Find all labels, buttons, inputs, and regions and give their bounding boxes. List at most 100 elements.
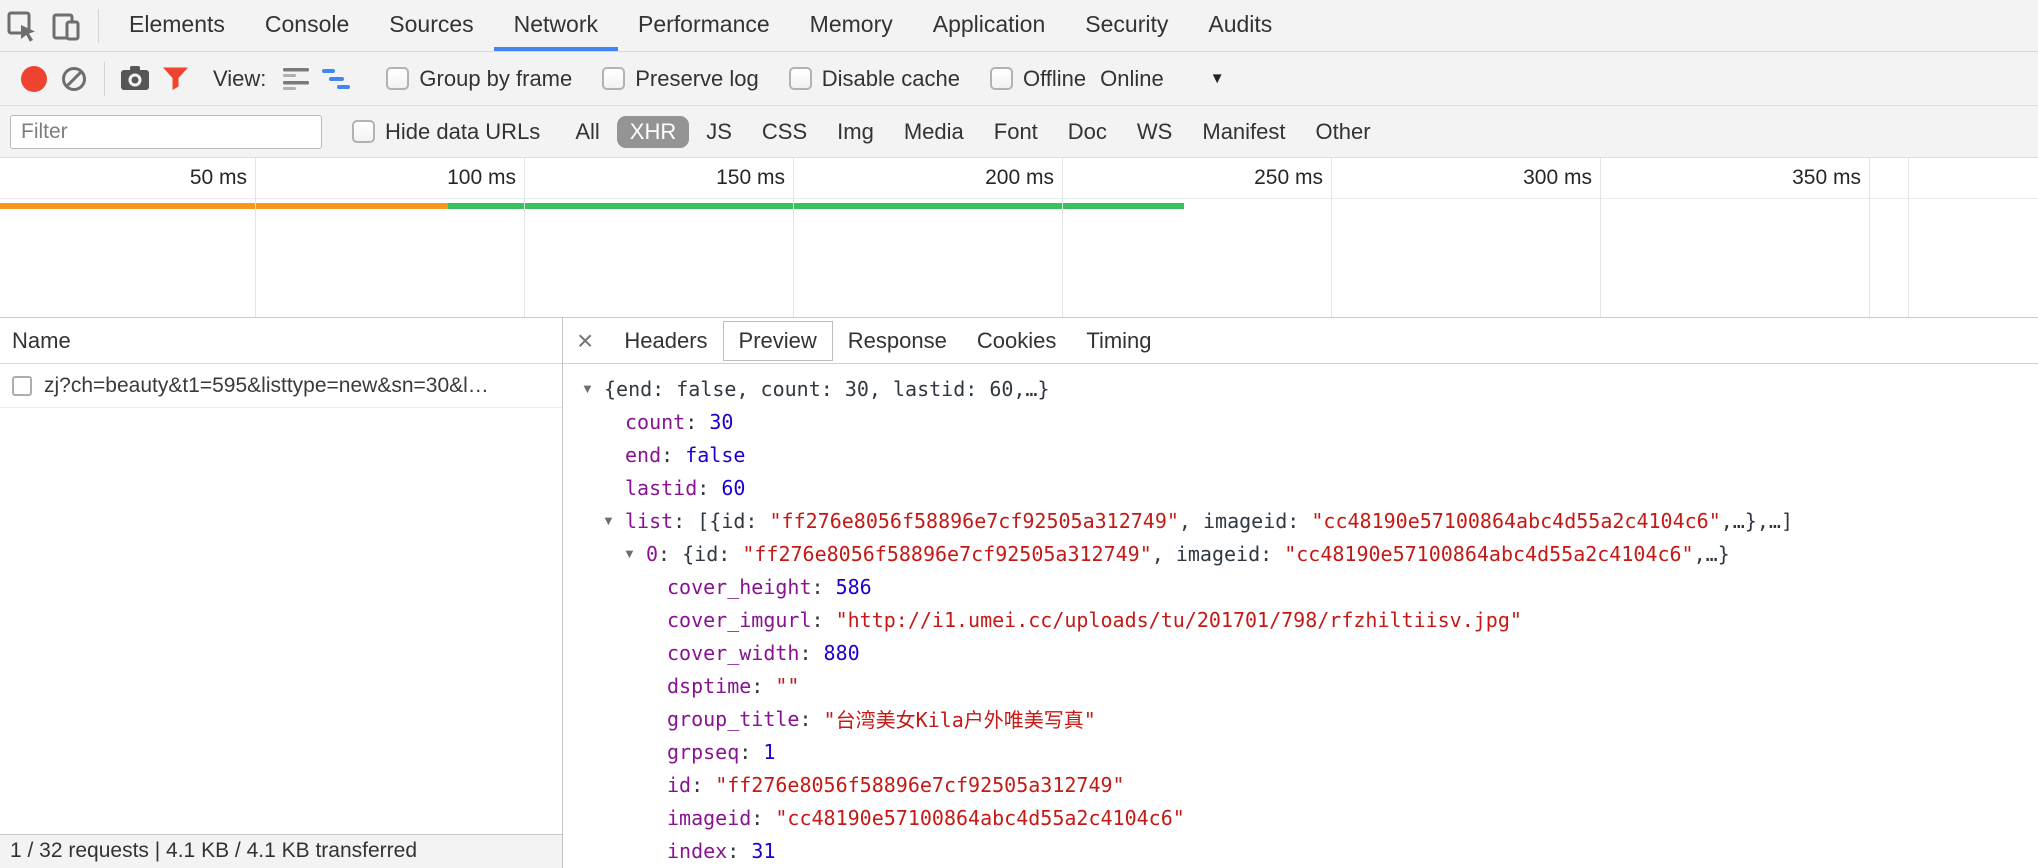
disclosure-triangle-icon[interactable]: ▼	[623, 546, 646, 561]
tree-line: id: "ff276e8056f58896e7cf92505a312749"	[563, 768, 2038, 801]
dropdown-arrow-icon: ▼	[1210, 70, 1225, 87]
number-value: 586	[836, 575, 872, 599]
offline-checkbox[interactable]	[990, 67, 1013, 90]
filter-type-js[interactable]: JS	[693, 116, 745, 148]
inspect-element-button[interactable]	[0, 4, 44, 48]
disclosure-triangle-icon[interactable]: ▼	[581, 381, 604, 396]
filter-type-doc[interactable]: Doc	[1055, 116, 1120, 148]
string-value: "ff276e8056f58896e7cf92505a312749"	[742, 542, 1151, 566]
group-by-frame-toggle[interactable]: Group by frame	[386, 66, 572, 92]
string-value: "ff276e8056f58896e7cf92505a312749"	[770, 509, 1179, 533]
filter-input[interactable]	[10, 115, 322, 149]
detail-tab-preview[interactable]: Preview	[723, 321, 833, 361]
group-by-frame-label: Group by frame	[419, 66, 572, 92]
funnel-filter-icon	[162, 66, 189, 91]
detail-tab-timing[interactable]: Timing	[1071, 322, 1166, 360]
timeline-tick-label: 300 ms	[1380, 166, 1592, 190]
request-name: zj?ch=beauty&t1=595&listtype=new&sn=30&l…	[44, 374, 489, 398]
string-value: ""	[775, 674, 799, 698]
name-column-header[interactable]: Name	[0, 318, 562, 364]
string-value: "http://i1.umei.cc/uploads/tu/201701/798…	[836, 608, 1522, 632]
string-value: "cc48190e57100864abc4d55a2c4104c6"	[775, 806, 1184, 830]
offline-toggle[interactable]: Offline	[990, 66, 1086, 92]
timeline-tick-label: 250 ms	[1111, 166, 1323, 190]
punctuation: :	[751, 674, 775, 698]
tab-memory[interactable]: Memory	[790, 0, 913, 51]
requests-list: zj?ch=beauty&t1=595&listtype=new&sn=30&l…	[0, 364, 562, 834]
tab-sources[interactable]: Sources	[369, 0, 493, 51]
record-button[interactable]	[14, 59, 54, 99]
table-row[interactable]: zj?ch=beauty&t1=595&listtype=new&sn=30&l…	[0, 364, 562, 408]
device-toolbar-icon	[50, 10, 82, 42]
overview-bar-orange	[0, 203, 448, 209]
punctuation: , imageid:	[1179, 509, 1311, 533]
show-overview-button[interactable]	[316, 59, 356, 99]
tab-application[interactable]: Application	[913, 0, 1066, 51]
property-name: end	[625, 443, 661, 467]
filter-type-font[interactable]: Font	[981, 116, 1051, 148]
tab-console[interactable]: Console	[245, 0, 369, 51]
filter-type-other[interactable]: Other	[1303, 116, 1384, 148]
filter-type-media[interactable]: Media	[891, 116, 977, 148]
filter-type-img[interactable]: Img	[824, 116, 887, 148]
tab-performance[interactable]: Performance	[618, 0, 790, 51]
preserve-log-checkbox[interactable]	[602, 67, 625, 90]
network-toolbar: View: Group by frame Preserve log	[0, 52, 2038, 106]
detail-tab-cookies[interactable]: Cookies	[962, 322, 1071, 360]
hide-data-urls-toggle[interactable]: Hide data URLs	[352, 119, 540, 145]
tab-audits[interactable]: Audits	[1188, 0, 1292, 51]
filter-type-xhr[interactable]: XHR	[617, 116, 689, 148]
gridline	[1331, 158, 1332, 317]
punctuation: :	[691, 773, 715, 797]
timeline-tick-label: 350 ms	[1649, 166, 1861, 190]
tab-elements[interactable]: Elements	[109, 0, 245, 51]
devtools-window: ElementsConsoleSourcesNetworkPerformance…	[0, 0, 2038, 868]
gridline	[1869, 158, 1870, 317]
property-name: count	[625, 410, 685, 434]
filter-type-ws[interactable]: WS	[1124, 116, 1185, 148]
number-value: 31	[751, 839, 775, 863]
hide-data-urls-label: Hide data URLs	[385, 119, 540, 145]
disclosure-triangle-icon[interactable]: ▼	[602, 513, 625, 528]
tab-security[interactable]: Security	[1065, 0, 1188, 51]
group-by-frame-checkbox[interactable]	[386, 67, 409, 90]
detail-tab-response[interactable]: Response	[833, 322, 962, 360]
gridline	[1600, 158, 1601, 317]
string-value: "cc48190e57100864abc4d55a2c4104c6"	[1284, 542, 1693, 566]
clear-icon	[60, 65, 88, 93]
large-request-rows-button[interactable]	[276, 59, 316, 99]
requests-summary-bar: 1 / 32 requests | 4.1 KB / 4.1 KB transf…	[0, 834, 562, 868]
tab-network[interactable]: Network	[494, 0, 618, 51]
detail-tab-headers[interactable]: Headers	[609, 322, 722, 360]
disable-cache-toggle[interactable]: Disable cache	[789, 66, 960, 92]
property-name: cover_width	[667, 641, 799, 665]
resource-type-filters: AllXHRJSCSSImgMediaFontDocWSManifestOthe…	[562, 116, 1387, 148]
string-value: "cc48190e57100864abc4d55a2c4104c6"	[1311, 509, 1720, 533]
overview-bar-green	[448, 203, 1184, 209]
camera-icon	[119, 65, 151, 92]
throttling-select[interactable]: Online ▼	[1100, 66, 1224, 92]
filter-type-all[interactable]: All	[562, 116, 612, 148]
timeline-tick-label: 200 ms	[842, 166, 1054, 190]
device-toolbar-button[interactable]	[44, 4, 88, 48]
property-name: imageid	[667, 806, 751, 830]
resource-icon	[12, 376, 32, 396]
preserve-log-toggle[interactable]: Preserve log	[602, 66, 759, 92]
tree-line: ▼{end: false, count: 30, lastid: 60,…}	[563, 372, 2038, 405]
string-value: "ff276e8056f58896e7cf92505a312749"	[715, 773, 1124, 797]
close-icon[interactable]: ×	[577, 327, 593, 355]
filter-toggle-button[interactable]	[155, 59, 195, 99]
offline-label: Offline	[1023, 66, 1086, 92]
filter-type-css[interactable]: CSS	[749, 116, 820, 148]
tree-line: dsptime: ""	[563, 669, 2038, 702]
disable-cache-checkbox[interactable]	[789, 67, 812, 90]
hide-data-urls-checkbox[interactable]	[352, 120, 375, 143]
property-name: grpseq	[667, 740, 739, 764]
capture-screenshots-button[interactable]	[115, 59, 155, 99]
toolbar-divider	[98, 9, 99, 43]
filter-type-manifest[interactable]: Manifest	[1189, 116, 1298, 148]
punctuation: : {id:	[658, 542, 742, 566]
network-overview[interactable]: 50 ms100 ms150 ms200 ms250 ms300 ms350 m…	[0, 158, 2038, 318]
clear-button[interactable]	[54, 59, 94, 99]
number-value: 880	[824, 641, 860, 665]
